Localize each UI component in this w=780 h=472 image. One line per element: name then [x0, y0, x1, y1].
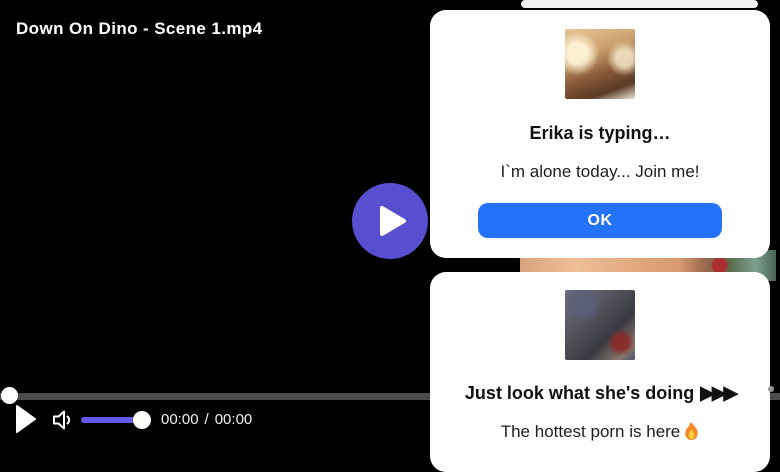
- big-play-button[interactable]: [352, 183, 428, 259]
- popup-card-erika: Erika is typing… I`m alone today... Join…: [430, 10, 770, 258]
- current-time: 00:00: [161, 411, 199, 428]
- popup-message: The hottest porn is here: [444, 422, 756, 441]
- fire-icon: [685, 422, 698, 440]
- chat-photo-thumbnail[interactable]: [565, 290, 635, 360]
- popup-heading: Just look what she's doing ▶▶▶: [444, 383, 756, 404]
- volume-thumb[interactable]: [133, 411, 151, 429]
- play-icon: [16, 405, 36, 433]
- popup-message-text: The hottest porn is here: [500, 422, 681, 441]
- popup-message: I`m alone today... Join me!: [500, 162, 700, 181]
- chat-photo-thumbnail[interactable]: [565, 29, 635, 99]
- play-button[interactable]: [16, 405, 36, 438]
- popup-card-promo: Just look what she's doing ▶▶▶ The hottes…: [430, 272, 770, 472]
- seek-thumb[interactable]: [1, 387, 18, 404]
- time-separator: /: [204, 411, 209, 428]
- popup-stack-peek: [521, 0, 758, 8]
- popup-heading-text: Just look what she's doing: [464, 383, 695, 403]
- play-icon: [380, 206, 406, 236]
- speaker-low-icon: [53, 410, 71, 430]
- time-display: 00:00 / 00:00: [161, 411, 252, 428]
- stray-dot: [768, 386, 774, 392]
- arrows-icon: ▶▶▶: [700, 383, 738, 404]
- video-title: Down On Dino - Scene 1.mp4: [16, 19, 263, 38]
- ok-button[interactable]: OK: [478, 203, 722, 238]
- mute-button[interactable]: [50, 407, 74, 438]
- popup-heading: Erika is typing…: [529, 123, 671, 143]
- duration: 00:00: [214, 411, 253, 428]
